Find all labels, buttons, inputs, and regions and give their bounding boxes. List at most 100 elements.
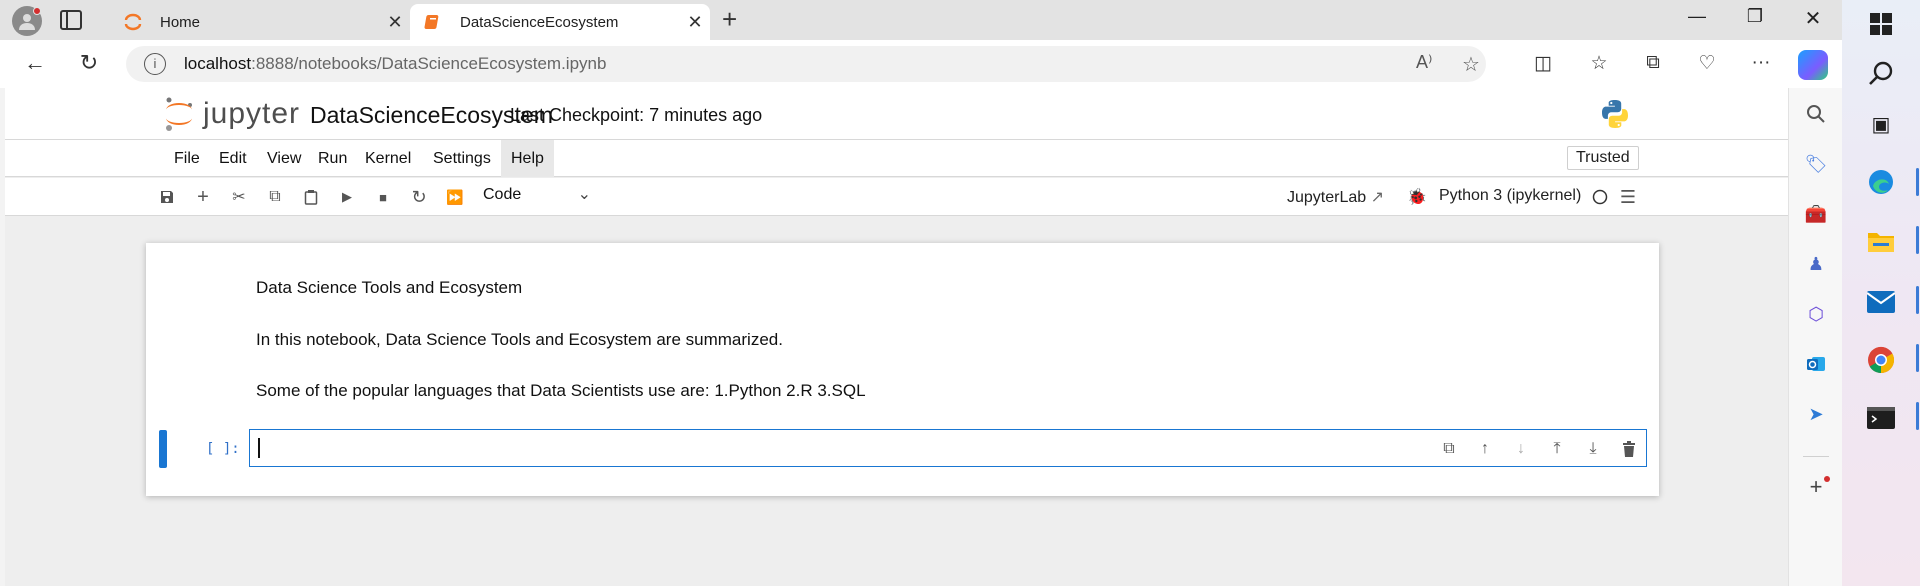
address-bar-row: ← ↻ i localhost:8888/notebooks/DataScien… <box>0 40 1842 88</box>
more-icon[interactable]: ··· <box>1746 52 1776 74</box>
back-icon[interactable]: ← <box>20 50 50 76</box>
minimize-icon[interactable]: — <box>1674 6 1720 27</box>
tab-datascienceecosystem[interactable]: DataScienceEcosystem ✕ <box>410 4 710 40</box>
restore-icon[interactable]: ❐ <box>1732 6 1778 27</box>
run-icon[interactable]: ▶ <box>335 185 359 209</box>
windows-taskbar: ▣ <box>1842 0 1920 586</box>
code-prompt: [ ]: <box>206 441 240 457</box>
stop-icon[interactable]: ■ <box>371 185 395 209</box>
notebook-favicon-icon <box>424 13 442 31</box>
file-explorer-icon[interactable] <box>1865 226 1897 258</box>
menu-file[interactable]: File <box>164 140 210 177</box>
menu-edit[interactable]: Edit <box>209 140 257 177</box>
menu-view[interactable]: View <box>257 140 311 177</box>
python-logo-icon <box>1599 98 1631 135</box>
chrome-icon[interactable] <box>1865 344 1897 376</box>
windows-start-icon[interactable] <box>1865 8 1897 40</box>
insert-below-icon[interactable]: ⤓ <box>1582 438 1604 460</box>
task-view-icon[interactable]: ▣ <box>1865 108 1897 140</box>
jupyter-header: jupyter DataScienceEcosystem Last Checkp… <box>5 88 1788 140</box>
menu-settings[interactable]: Settings <box>423 140 501 177</box>
insert-cell-icon[interactable]: + <box>191 185 215 209</box>
browser-tab-bar: Home ✕ DataScienceEcosystem ✕ + — ❐ ✕ <box>0 0 1842 40</box>
jupyter-wordmark: jupyter <box>203 97 301 130</box>
kernel-name[interactable]: Python 3 (ipykernel) <box>1439 187 1581 205</box>
jupyter-app: jupyter DataScienceEcosystem Last Checkp… <box>5 88 1788 586</box>
jupyter-favicon-icon <box>124 13 142 31</box>
shopping-tag-icon[interactable]: 🏷 <box>1802 150 1830 178</box>
active-app-indicator <box>1916 286 1919 314</box>
favorite-star-icon[interactable]: ☆ <box>1462 52 1480 77</box>
jupyterlab-link[interactable]: JupyterLab ↗ <box>1287 187 1384 207</box>
new-tab-icon[interactable]: + <box>722 4 737 35</box>
menu-kernel[interactable]: Kernel <box>355 140 421 177</box>
delete-cell-icon[interactable] <box>1618 438 1640 460</box>
markdown-intro: In this notebook, Data Science Tools and… <box>256 330 783 349</box>
menu-run[interactable]: Run <box>308 140 357 177</box>
search-icon[interactable] <box>1865 58 1897 90</box>
external-link-icon: ↗ <box>1370 189 1385 206</box>
cut-icon[interactable]: ✂ <box>227 185 251 209</box>
url-host: localhost <box>184 54 252 73</box>
person-icon <box>19 14 35 30</box>
read-aloud-icon[interactable]: A⁾ <box>1416 52 1432 73</box>
tab-actions-icon[interactable] <box>60 10 82 30</box>
profile-avatar[interactable] <box>12 6 42 36</box>
paste-icon[interactable] <box>299 185 323 209</box>
move-up-icon[interactable]: ↑ <box>1474 438 1496 460</box>
copilot-icon[interactable] <box>1798 50 1828 80</box>
move-down-icon[interactable]: ↓ <box>1510 438 1532 460</box>
microsoft365-icon[interactable]: ⬡ <box>1802 300 1830 328</box>
notification-dot <box>33 7 41 15</box>
games-icon[interactable]: ♟ <box>1802 250 1830 278</box>
refresh-icon[interactable]: ↻ <box>74 50 104 76</box>
jupyterlab-label: JupyterLab <box>1287 189 1367 206</box>
insert-above-icon[interactable]: ⤒ <box>1546 438 1568 460</box>
notebook-panel: Data Science Tools and Ecosystem In this… <box>146 243 1659 496</box>
close-tab-icon[interactable]: ✕ <box>680 12 710 33</box>
save-icon[interactable] <box>155 185 179 209</box>
edge-browser-icon[interactable] <box>1865 166 1897 198</box>
tab-home[interactable]: Home ✕ <box>110 4 410 40</box>
trusted-indicator[interactable]: Trusted <box>1567 146 1639 170</box>
last-checkpoint: Last Checkpoint: 7 minutes ago <box>510 105 763 125</box>
close-tab-icon[interactable]: ✕ <box>380 12 410 33</box>
terminal-icon[interactable] <box>1865 402 1897 434</box>
duplicate-cell-icon[interactable]: ⧉ <box>1438 438 1460 460</box>
favorites-icon[interactable]: ☆ <box>1584 52 1614 75</box>
copy-icon[interactable]: ⧉ <box>263 185 287 209</box>
active-cell-indicator <box>159 430 167 468</box>
active-app-indicator <box>1916 402 1919 430</box>
text-cursor <box>258 438 260 458</box>
edge-sidebar: 🏷 🧰 ♟ ⬡ ➤ + <box>1788 88 1842 586</box>
hamburger-menu-icon[interactable]: ☰ <box>1616 185 1640 209</box>
fast-forward-icon[interactable]: ⏩ <box>443 185 467 209</box>
markdown-languages: Some of the popular languages that Data … <box>256 381 866 400</box>
url-field[interactable]: i localhost:8888/notebooks/DataScienceEc… <box>126 46 1486 82</box>
notification-dot <box>1824 476 1830 482</box>
debugger-icon[interactable]: 🐞 <box>1405 185 1429 209</box>
search-icon[interactable] <box>1802 100 1830 128</box>
mail-icon[interactable] <box>1865 286 1897 318</box>
close-window-icon[interactable]: ✕ <box>1790 6 1836 31</box>
sidebar-divider <box>1803 456 1829 457</box>
tools-icon[interactable]: 🧰 <box>1802 200 1830 228</box>
split-screen-icon[interactable]: ◫ <box>1528 52 1558 75</box>
cell-type-dropdown[interactable]: Code ⌄ <box>483 186 591 208</box>
tab-title: DataScienceEcosystem <box>460 13 619 31</box>
menu-help[interactable]: Help <box>501 140 554 177</box>
info-icon[interactable]: i <box>144 53 166 75</box>
restart-icon[interactable]: ↻ <box>407 185 431 209</box>
outlook-icon[interactable] <box>1802 350 1830 378</box>
tab-title: Home <box>160 13 201 31</box>
jupyter-logo[interactable]: jupyter <box>163 96 300 132</box>
code-cell-input[interactable]: ⧉ ↑ ↓ ⤒ ⤓ <box>249 429 1647 467</box>
notebook-toolbar: + ✂ ⧉ ▶ ■ ↻ ⏩ Code ⌄ JupyterLab ↗ 🐞 Pyth… <box>5 178 1788 216</box>
send-icon[interactable]: ➤ <box>1802 400 1830 428</box>
markdown-heading: Data Science Tools and Ecosystem <box>256 278 523 297</box>
browser-essentials-icon[interactable]: ♡ <box>1692 52 1722 75</box>
active-app-indicator <box>1916 344 1919 372</box>
jupyter-menu-bar: File Edit View Run Kernel Settings Help … <box>5 140 1788 177</box>
url-path: :8888/notebooks/DataScienceEcosystem.ipy… <box>251 54 607 73</box>
collections-icon[interactable]: ⧉ <box>1638 52 1668 74</box>
